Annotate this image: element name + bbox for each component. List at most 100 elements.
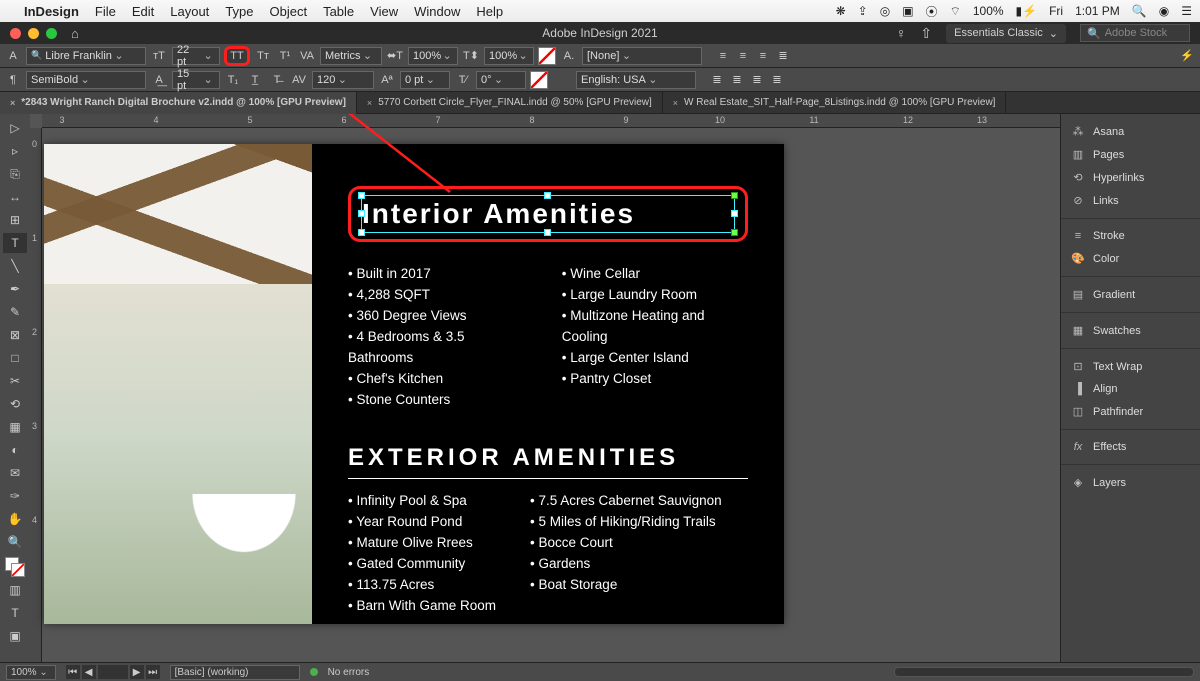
panel-asana[interactable]: ⁂Asana <box>1061 120 1200 143</box>
zoom-field[interactable]: 100% ⌄ <box>6 665 56 680</box>
page-navigator[interactable]: ⏮ ◀ ▶ ⏭ <box>66 665 160 679</box>
strikethrough-button[interactable]: T̶ <box>268 71 286 89</box>
menu-item[interactable]: Object <box>270 4 308 19</box>
gradient-swatch-tool[interactable]: ▦ <box>3 417 27 437</box>
document-tab[interactable]: × W Real Estate_SIT_Half-Page_8Listings.… <box>663 92 1007 114</box>
preflight-status[interactable]: No errors <box>328 667 370 678</box>
direct-selection-tool[interactable]: ▹ <box>3 141 27 161</box>
tracking-field[interactable]: 120 ⌄ <box>312 71 374 89</box>
first-page-icon[interactable]: ⏮ <box>66 665 80 679</box>
prev-page-icon[interactable]: ◀ <box>82 665 96 679</box>
justify-all-button[interactable]: ≣ <box>768 71 786 89</box>
page-field[interactable] <box>98 665 128 679</box>
minimize-window-button[interactable] <box>28 28 39 39</box>
panel-gradient[interactable]: ▤Gradient <box>1061 283 1200 306</box>
panel-pages[interactable]: ▥Pages <box>1061 143 1200 166</box>
menu-item[interactable]: Layout <box>170 4 209 19</box>
character-style-field[interactable]: [None] ⌄ <box>582 47 702 65</box>
screen-mode-field[interactable]: [Basic] (working) <box>170 665 300 680</box>
menu-item[interactable]: Edit <box>132 4 154 19</box>
align-center-button[interactable]: ≡ <box>734 47 752 65</box>
frame-handle[interactable] <box>358 210 365 217</box>
stroke-swatch[interactable] <box>530 71 548 89</box>
menu-item[interactable]: View <box>370 4 398 19</box>
document-canvas[interactable]: 3 4 5 6 7 8 9 10 11 12 13 0 1 2 3 4 <box>30 114 1060 662</box>
selection-tool[interactable]: ▷ <box>3 118 27 138</box>
font-weight-field[interactable]: SemiBold ⌄ <box>26 71 146 89</box>
frame-handle-out-port[interactable] <box>731 229 738 236</box>
frame-handle[interactable] <box>544 192 551 199</box>
vertical-ruler[interactable]: 0 1 2 3 4 <box>30 128 42 662</box>
spotlight-icon[interactable]: ⦿ <box>926 3 938 20</box>
rectangle-tool[interactable]: □ <box>3 348 27 368</box>
panel-swatches[interactable]: ▦Swatches <box>1061 319 1200 342</box>
dropbox-icon[interactable]: ⇪ <box>858 4 868 18</box>
font-family-field[interactable]: 🔍 Libre Franklin ⌄ <box>26 47 146 65</box>
last-page-icon[interactable]: ⏭ <box>146 665 160 679</box>
skew-field[interactable]: 0° ⌄ <box>476 71 526 89</box>
gradient-feather-tool[interactable]: ◐ <box>3 440 27 460</box>
panel-stroke[interactable]: ≡Stroke <box>1061 225 1200 247</box>
all-caps-button[interactable]: TT <box>224 46 250 66</box>
menu-item[interactable]: Window <box>414 4 460 19</box>
close-tab-icon[interactable]: × <box>367 98 372 108</box>
tips-icon[interactable]: ♀ <box>896 25 907 41</box>
lightning-icon[interactable]: ⚡ <box>1178 47 1196 65</box>
character-mode-button[interactable]: A <box>4 47 22 65</box>
align-left-button[interactable]: ≡ <box>714 47 732 65</box>
scissors-tool[interactable]: ✂ <box>3 371 27 391</box>
close-tab-icon[interactable]: × <box>673 98 678 108</box>
menu-item[interactable]: Type <box>225 4 253 19</box>
content-collector-tool[interactable]: ⊞ <box>3 210 27 230</box>
panel-pathfinder[interactable]: ◫Pathfinder <box>1061 400 1200 423</box>
note-tool[interactable]: ✉ <box>3 463 27 483</box>
close-window-button[interactable] <box>10 28 21 39</box>
pen-tool[interactable]: ✒ <box>3 279 27 299</box>
apply-color-button[interactable]: ▥ <box>3 580 27 600</box>
panel-links[interactable]: ⊘Links <box>1061 189 1200 212</box>
rectangle-frame-tool[interactable]: ⊠ <box>3 325 27 345</box>
type-tool[interactable]: T <box>3 233 27 253</box>
panel-layers[interactable]: ◈Layers <box>1061 471 1200 494</box>
frame-handle[interactable] <box>731 210 738 217</box>
frame-handle[interactable] <box>358 229 365 236</box>
menu-item[interactable]: File <box>95 4 116 19</box>
fill-stroke-swatch[interactable] <box>5 557 25 577</box>
frame-handle[interactable] <box>544 229 551 236</box>
zoom-tool[interactable]: 🔍 <box>3 532 27 552</box>
close-tab-icon[interactable]: × <box>10 98 15 108</box>
text-frame[interactable]: Interior Amenities <box>361 195 735 233</box>
leading-field[interactable]: 15 pt ⌄ <box>172 71 220 89</box>
workspace-switcher[interactable]: Essentials Classic ⌄ <box>946 24 1066 43</box>
evernote-icon[interactable]: ❋ <box>836 4 846 18</box>
fill-swatch[interactable] <box>538 47 556 65</box>
adobe-stock-search[interactable]: 🔍 Adobe Stock <box>1080 24 1190 42</box>
justify-button[interactable]: ≣ <box>774 47 792 65</box>
panel-hyperlinks[interactable]: ⟲Hyperlinks <box>1061 166 1200 189</box>
vert-scale-field[interactable]: 100% ⌄ <box>484 47 534 65</box>
pencil-tool[interactable]: ✎ <box>3 302 27 322</box>
next-page-icon[interactable]: ▶ <box>130 665 144 679</box>
horiz-scale-field[interactable]: 100% ⌄ <box>408 47 458 65</box>
clock-time[interactable]: 1:01 PM <box>1075 4 1120 18</box>
panel-color[interactable]: 🎨Color <box>1061 247 1200 270</box>
frame-handle[interactable] <box>358 192 365 199</box>
heading-interior[interactable]: Interior Amenities <box>362 198 734 230</box>
fullscreen-window-button[interactable] <box>46 28 57 39</box>
page-tool[interactable]: ⎘ <box>3 164 27 184</box>
align-right-button[interactable]: ≡ <box>754 47 772 65</box>
wifi-icon[interactable]: ⌔ <box>950 4 961 19</box>
formatting-affects-text-button[interactable]: T <box>3 603 27 623</box>
eyedropper-tool[interactable]: ✑ <box>3 486 27 506</box>
control-center-icon[interactable]: ☰ <box>1181 4 1192 18</box>
panel-align[interactable]: ▐Align <box>1061 378 1200 400</box>
menu-item[interactable]: Help <box>476 4 503 19</box>
language-field[interactable]: English: USA ⌄ <box>576 71 696 89</box>
cc-icon[interactable]: ◎ <box>880 4 890 18</box>
adobe-icon[interactable]: ▣ <box>902 4 913 18</box>
hand-tool[interactable]: ✋ <box>3 509 27 529</box>
clock-day[interactable]: Fri <box>1049 4 1063 18</box>
underline-button[interactable]: T̲ <box>246 71 264 89</box>
app-name[interactable]: InDesign <box>24 4 79 19</box>
small-caps-button[interactable]: Tᴛ <box>254 47 272 65</box>
